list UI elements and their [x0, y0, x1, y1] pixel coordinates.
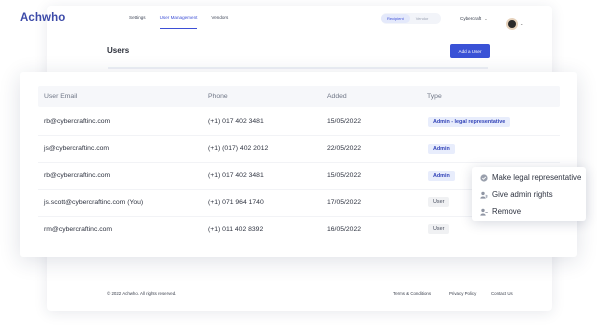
user-email: rb@cybercraftinc.com — [44, 172, 111, 179]
mode-toggle[interactable]: Recipient Vendor — [381, 13, 441, 24]
user-added: 15/05/2022 — [327, 118, 362, 125]
user-phone: (+1) 017 402 3481 — [208, 118, 264, 125]
column-header-type[interactable]: Type — [427, 93, 442, 100]
footer-link-terms[interactable]: Terms & Conditions — [393, 291, 431, 296]
table-header — [38, 86, 560, 107]
chevron-down-icon: ⌄ — [484, 16, 488, 21]
user-phone: (+1) (017) 402 2012 — [208, 145, 269, 152]
user-type-badge: Admin — [428, 144, 455, 154]
user-phone: (+1) 017 402 3481 — [208, 172, 264, 179]
footer-link-privacy[interactable]: Privacy Policy — [449, 291, 476, 296]
user-remove-icon — [480, 208, 488, 216]
main-nav: Settings User Management Vendors — [129, 15, 228, 29]
column-header-email[interactable]: User Email — [44, 93, 77, 100]
add-user-button[interactable]: Add a User — [450, 44, 490, 58]
company-selector[interactable]: Cybercraft ⌄ — [460, 16, 488, 21]
page-title: Users — [107, 46, 130, 55]
user-added: 22/05/2022 — [327, 145, 362, 152]
nav-item-vendors[interactable]: Vendors — [211, 15, 228, 20]
nav-item-user-management[interactable]: User Management — [159, 15, 197, 29]
user-added: 16/05/2022 — [327, 226, 362, 233]
user-type-badge: User — [428, 197, 450, 207]
divider — [108, 67, 488, 69]
divider — [38, 135, 560, 136]
user-shield-icon — [480, 191, 488, 199]
menu-item-label: Remove — [492, 207, 522, 216]
menu-item-label: Give admin rights — [492, 190, 553, 199]
user-type-badge: User — [428, 224, 450, 234]
user-phone: (+1) 011 402 8392 — [208, 226, 264, 233]
user-email: rb@cybercraftinc.com — [44, 118, 111, 125]
footer-link-contact[interactable]: Contact Us — [491, 291, 513, 296]
column-header-added[interactable]: Added — [327, 93, 347, 100]
company-name: Cybercraft — [460, 16, 482, 21]
menu-item-label: Make legal representative — [492, 173, 582, 182]
user-email: rm@cybercraftinc.com — [44, 226, 113, 233]
menu-item-make-legal-representative[interactable]: Make legal representative — [480, 173, 581, 182]
avatar[interactable] — [506, 18, 518, 30]
column-header-phone[interactable]: Phone — [208, 93, 228, 100]
menu-item-give-admin-rights[interactable]: Give admin rights — [480, 190, 553, 199]
check-circle-icon — [480, 173, 488, 182]
copyright-text: © 2022 Achwho. All rights reserved. — [107, 291, 177, 296]
menu-item-remove[interactable]: Remove — [480, 207, 521, 216]
divider — [38, 162, 560, 163]
nav-item-settings[interactable]: Settings — [129, 15, 146, 20]
user-added: 15/05/2022 — [327, 172, 362, 179]
brand-logo[interactable]: Achwho — [20, 12, 65, 24]
user-phone: (+1) 071 964 1740 — [208, 199, 264, 206]
chevron-down-icon[interactable]: ⌄ — [520, 21, 523, 26]
mode-vendor[interactable]: Vendor — [410, 14, 435, 23]
user-email: js@cybercraftinc.com — [44, 145, 110, 152]
user-email: js.scott@cybercraftinc.com (You) — [44, 199, 144, 206]
user-type-badge: Admin - legal representative — [428, 117, 511, 127]
mode-recipient[interactable]: Recipient — [381, 14, 410, 23]
user-type-badge: Admin — [428, 171, 455, 181]
user-added: 17/05/2022 — [327, 199, 362, 206]
